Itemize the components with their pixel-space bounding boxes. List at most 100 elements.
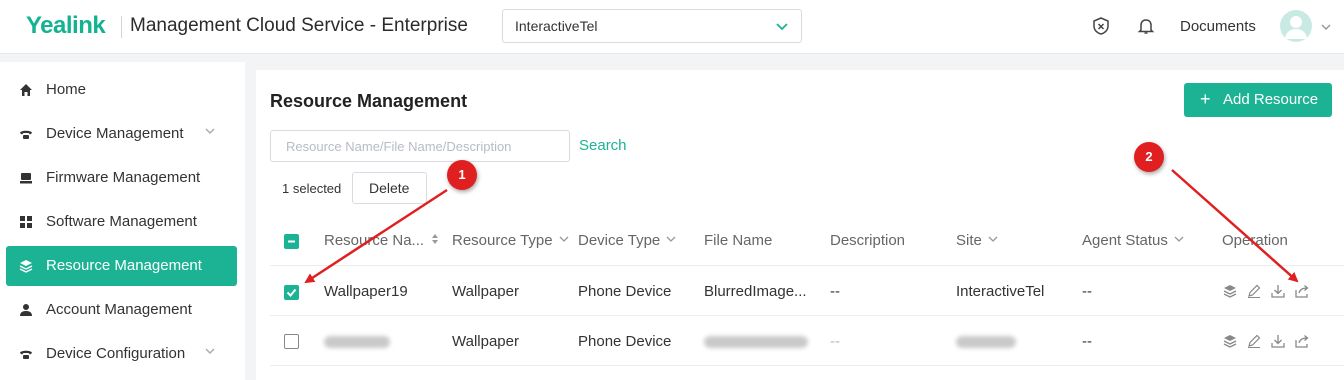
add-resource-button[interactable]: + Add Resource [1184,83,1332,117]
top-bar: Yealink Management Cloud Service - Enter… [0,0,1344,54]
cell-resource-type: Wallpaper [452,333,519,350]
plus-icon: + [1200,89,1211,109]
tenant-select-value: InteractiveTel [515,18,598,34]
sidebar-item-home[interactable]: Home [6,70,237,110]
blurred-resource-name [324,336,390,348]
chevron-down-icon [1174,236,1184,242]
sidebar-item-label: Device Configuration [46,345,186,362]
cell-resource-type: Wallpaper [452,283,519,300]
annotation-marker-1: 1 [447,160,477,190]
cell-description: -- [830,333,840,350]
blurred-site [956,336,1016,348]
cell-file-name: BlurredImage... [704,283,807,300]
selection-count: 1 selected [282,181,342,196]
phone-icon [20,350,32,359]
search-button[interactable]: Search [579,137,627,154]
chevron-down-icon [666,236,676,242]
chevron-down-icon [205,128,215,134]
cell-description: -- [830,283,840,300]
sidebar-item-software-management[interactable]: Software Management [6,202,237,242]
row-checkbox[interactable] [284,285,299,300]
sidebar-item-label: Resource Management [46,257,202,274]
column-label: Resource Type [452,232,553,249]
column-label: Description [830,232,906,249]
edit-icon[interactable] [1247,284,1261,298]
sidebar-item-account-management[interactable]: Account Management [6,290,237,330]
cell-agent-status: -- [1082,333,1092,350]
annotation-marker-2: 2 [1134,142,1164,172]
add-resource-label: Add Resource [1223,91,1319,108]
firmware-icon [20,173,32,184]
layers-icon[interactable] [1223,334,1237,348]
chevron-down-icon [776,23,788,31]
yealink-logo[interactable]: Yealink [26,12,106,40]
tenant-select[interactable]: InteractiveTel [502,9,802,43]
column-header-site[interactable]: Site [956,232,998,249]
layers-icon[interactable] [1223,284,1237,298]
cell-resource-name: Wallpaper19 [324,283,408,300]
delete-button[interactable]: Delete [352,172,427,204]
column-label: Resource Na... [324,232,425,249]
main-panel [256,70,1344,380]
avatar-chevron-down-icon[interactable] [1320,22,1332,32]
logo-divider [121,16,122,38]
chevron-down-icon [205,348,215,354]
cell-device-type: Phone Device [578,333,672,350]
home-icon [20,84,32,96]
row-divider [270,265,1344,266]
sidebar-item-label: Software Management [46,213,197,230]
column-label: Operation [1222,232,1288,249]
row-checkbox[interactable] [284,334,299,349]
blurred-file-name [704,336,808,348]
checkmark-icon [286,288,297,297]
sidebar-item-firmware-management[interactable]: Firmware Management [6,158,237,198]
software-icon [20,216,32,228]
sidebar-item-label: Home [46,81,87,98]
phone-icon [20,130,32,139]
sort-icon[interactable] [430,234,440,244]
chevron-down-icon [559,236,569,242]
layers-icon [19,260,33,273]
download-icon[interactable] [1271,284,1285,298]
column-header-file-name: File Name [704,232,772,249]
share-icon[interactable] [1295,284,1309,298]
chevron-down-icon [988,236,998,242]
page-title: Resource Management [270,91,468,111]
delete-label: Delete [369,180,410,196]
sidebar-item-label: Firmware Management [46,169,201,186]
cell-device-type: Phone Device [578,283,672,300]
share-icon[interactable] [1295,334,1309,348]
column-label: Device Type [578,232,661,249]
column-header-resource-type[interactable]: Resource Type [452,232,569,249]
indeterminate-icon [288,240,295,243]
user-avatar-icon [1285,16,1307,39]
edit-icon[interactable] [1247,334,1261,348]
cell-agent-status: -- [1082,283,1092,300]
column-label: File Name [704,232,773,249]
documents-link[interactable]: Documents [1180,18,1256,35]
bell-icon[interactable] [1136,16,1156,36]
column-header-agent-status[interactable]: Agent Status [1082,232,1184,249]
user-icon [20,304,32,316]
select-all-checkbox[interactable] [284,234,299,249]
download-icon[interactable] [1271,334,1285,348]
sidebar-item-device-management[interactable]: Device Management [6,114,237,154]
sidebar-item-label: Account Management [46,301,192,318]
sidebar: Home Device Management Firmware Manageme… [0,62,245,380]
column-header-resource-name[interactable]: Resource Na... [324,232,440,249]
sidebar-item-device-configuration[interactable]: Device Configuration [6,334,237,374]
column-label: Site [956,232,982,249]
search-input[interactable] [270,130,570,162]
row-divider [270,365,1344,366]
column-header-device-type[interactable]: Device Type [578,232,676,249]
security-shield-icon[interactable] [1091,16,1111,36]
cell-site: InteractiveTel [956,283,1045,300]
sidebar-item-resource-management[interactable]: Resource Management [6,246,237,286]
sidebar-item-label: Device Management [46,125,184,142]
row-divider [270,315,1344,316]
app-title: Management Cloud Service - Enterprise [130,15,468,36]
avatar[interactable] [1280,10,1312,42]
column-header-description: Description [830,232,905,249]
column-header-operation: Operation [1222,232,1288,249]
column-label: Agent Status [1082,232,1168,249]
